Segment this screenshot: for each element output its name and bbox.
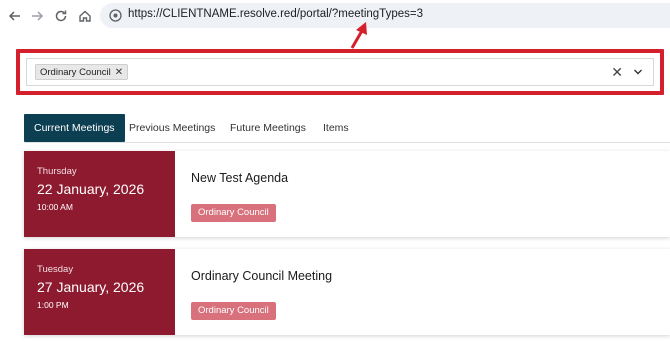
meeting-title[interactable]: New Test Agenda: [191, 171, 288, 185]
reload-icon: [55, 10, 67, 22]
address-bar[interactable]: https://CLIENTNAME.resolve.red/portal/?m…: [100, 3, 670, 28]
tab-current-meetings[interactable]: Current Meetings: [24, 114, 125, 142]
meeting-time: 10:00 AM: [37, 202, 73, 212]
clear-filter-icon[interactable]: ✕: [611, 64, 623, 80]
chevron-down-icon[interactable]: [633, 67, 643, 77]
meeting-time: 1:00 PM: [37, 300, 69, 310]
chip-remove-icon[interactable]: ✕: [115, 67, 123, 78]
meeting-card[interactable]: Thursday 22 January, 2026 10:00 AM New T…: [24, 151, 670, 237]
filter-chip-label: Ordinary Council: [40, 66, 111, 78]
meeting-date: 22 January, 2026: [37, 181, 145, 197]
home-icon: [79, 10, 91, 22]
meeting-date-panel: Thursday 22 January, 2026 10:00 AM: [24, 151, 175, 237]
filter-chip: Ordinary Council ✕: [35, 64, 129, 80]
meeting-date: 27 January, 2026: [37, 279, 145, 295]
reload-button[interactable]: [50, 5, 72, 27]
tab-future-meetings[interactable]: Future Meetings: [230, 114, 306, 142]
meeting-type-badge[interactable]: Ordinary Council: [191, 302, 276, 320]
meeting-type-badge[interactable]: Ordinary Council: [191, 204, 276, 222]
site-info-icon[interactable]: [108, 8, 123, 23]
meeting-card[interactable]: Tuesday 27 January, 2026 1:00 PM Ordinar…: [24, 249, 670, 335]
meeting-title[interactable]: Ordinary Council Meeting: [191, 269, 332, 283]
back-button[interactable]: [4, 5, 26, 27]
tab-items[interactable]: Items: [323, 114, 349, 142]
forward-button[interactable]: [26, 5, 48, 27]
meeting-type-filter[interactable]: Ordinary Council ✕ ✕: [26, 58, 654, 86]
arrow-right-icon: [32, 11, 44, 21]
meeting-weekday: Thursday: [37, 166, 77, 177]
arrow-left-icon: [8, 11, 20, 21]
home-button[interactable]: [74, 5, 96, 27]
tab-previous-meetings[interactable]: Previous Meetings: [129, 114, 215, 142]
browser-toolbar: https://CLIENTNAME.resolve.red/portal/?m…: [0, 0, 670, 32]
meeting-date-panel: Tuesday 27 January, 2026 1:00 PM: [24, 249, 175, 335]
tabs-divider: [24, 142, 670, 143]
meeting-weekday: Tuesday: [37, 264, 74, 275]
url-text: https://CLIENTNAME.resolve.red/portal/?m…: [128, 8, 423, 20]
